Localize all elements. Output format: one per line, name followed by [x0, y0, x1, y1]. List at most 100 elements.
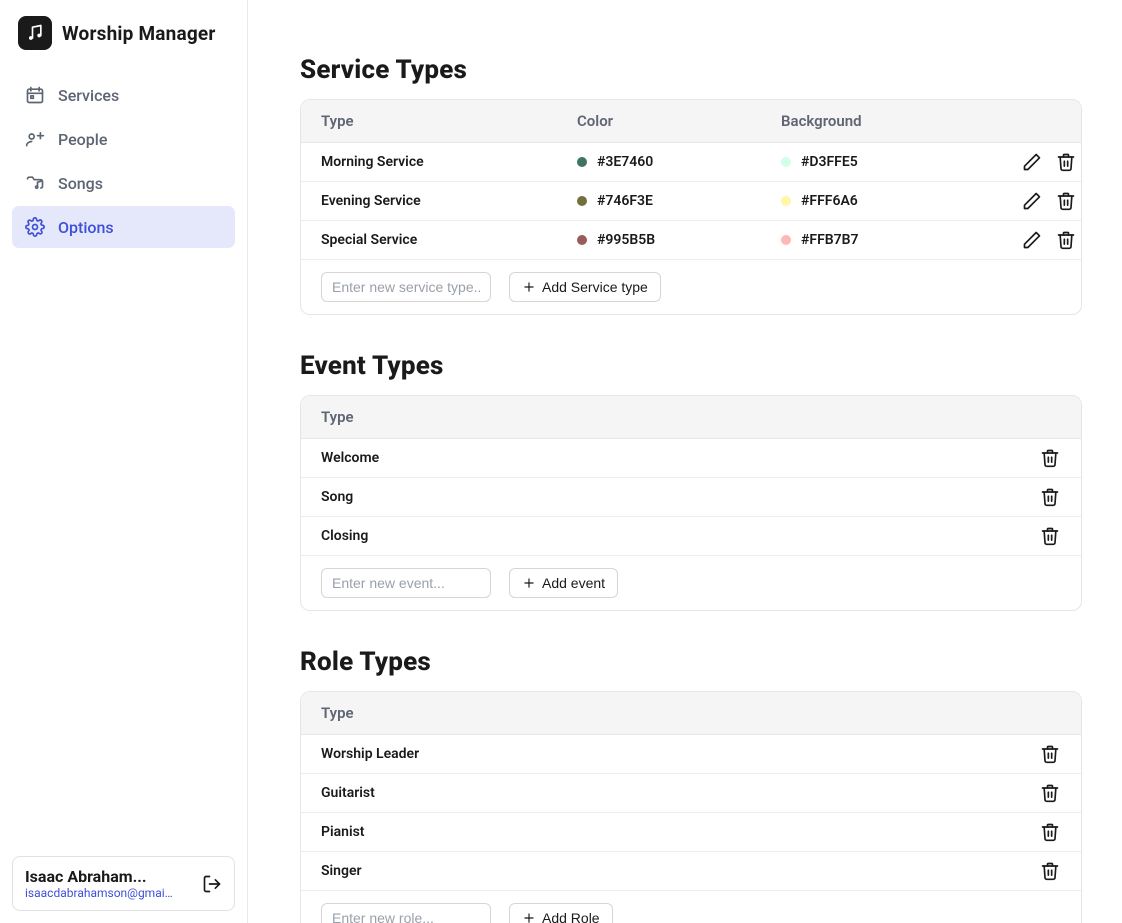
service-type-background: #D3FFE5 — [781, 154, 1021, 170]
add-service-type-button[interactable]: Add Service type — [509, 272, 661, 302]
logo — [18, 16, 52, 50]
service-type-row: Special Service #995B5B #FFB7B7 — [301, 221, 1081, 259]
delete-button[interactable] — [1039, 486, 1061, 508]
role-types-section: Role Types Type Worship LeaderGuitaristP… — [300, 647, 1082, 923]
nav-label: People — [58, 130, 107, 149]
new-role-input[interactable] — [321, 903, 491, 923]
color-swatch — [577, 196, 587, 206]
nav-item-options[interactable]: Options — [12, 206, 235, 248]
header-background: Background — [781, 112, 1021, 130]
delete-button[interactable] — [1039, 860, 1061, 882]
people-icon — [24, 128, 46, 150]
event-type-row: Song — [301, 478, 1081, 517]
row-actions — [1039, 447, 1061, 469]
edit-button[interactable] — [1021, 151, 1043, 173]
service-type-background: #FFB7B7 — [781, 232, 1021, 248]
nav-label: Services — [58, 86, 119, 105]
service-type-color: #3E7460 — [577, 154, 781, 170]
row-actions — [1039, 486, 1061, 508]
sidebar-header: Worship Manager — [12, 12, 235, 66]
event-type-row: Welcome — [301, 439, 1081, 478]
user-info: Isaac Abraham... isaacdabrahamson@gmail.… — [25, 867, 175, 900]
event-types-panel: Type Welcome Song Closing Add event — [300, 395, 1082, 611]
user-card: Isaac Abraham... isaacdabrahamson@gmail.… — [12, 856, 235, 911]
row-actions — [1039, 525, 1061, 547]
row-actions — [1039, 821, 1061, 843]
role-types-title: Role Types — [300, 647, 1082, 677]
color-swatch — [577, 235, 587, 245]
background-swatch — [781, 196, 791, 206]
role-type-row: Pianist — [301, 813, 1081, 852]
nav-item-songs[interactable]: Songs — [12, 162, 235, 204]
role-types-footer: Add Role — [301, 890, 1081, 923]
role-types-header: Type — [301, 692, 1081, 735]
delete-button[interactable] — [1055, 151, 1077, 173]
add-service-type-label: Add Service type — [542, 279, 648, 295]
nav: Services People Songs Options — [12, 66, 235, 256]
delete-button[interactable] — [1039, 782, 1061, 804]
nav-item-services[interactable]: Services — [12, 74, 235, 116]
add-role-button[interactable]: Add Role — [509, 903, 613, 923]
main: Service Types Type Color Background Morn… — [248, 0, 1122, 923]
service-type-name: Evening Service — [321, 193, 577, 209]
nav-item-people[interactable]: People — [12, 118, 235, 160]
delete-button[interactable] — [1039, 743, 1061, 765]
service-types-title: Service Types — [300, 55, 1082, 85]
background-swatch — [781, 235, 791, 245]
delete-button[interactable] — [1039, 525, 1061, 547]
new-event-input[interactable] — [321, 568, 491, 598]
color-swatch — [577, 157, 587, 167]
logout-button[interactable] — [202, 874, 222, 894]
service-types-footer: Add Service type — [301, 259, 1081, 314]
service-type-row: Evening Service#746F3E#FFF6A6 — [301, 182, 1081, 221]
service-type-name: Morning Service — [321, 154, 577, 170]
gear-icon — [24, 216, 46, 238]
header-type: Type — [321, 112, 577, 130]
role-type-name: Singer — [321, 863, 1039, 879]
plus-icon — [522, 576, 536, 590]
event-types-title: Event Types — [300, 351, 1082, 381]
add-role-label: Add Role — [542, 910, 600, 923]
row-actions — [1039, 782, 1061, 804]
edit-button[interactable] — [1021, 229, 1043, 251]
user-email: isaacdabrahamson@gmail.... — [25, 886, 175, 900]
role-type-name: Guitarist — [321, 785, 1039, 801]
delete-button[interactable] — [1039, 821, 1061, 843]
add-event-button[interactable]: Add event — [509, 568, 618, 598]
service-type-color: #995B5B — [577, 232, 781, 248]
service-types-section: Service Types Type Color Background Morn… — [300, 55, 1082, 315]
service-type-name: Special Service — [321, 232, 577, 248]
row-actions — [1021, 229, 1077, 251]
user-name: Isaac Abraham... — [25, 867, 175, 886]
delete-button[interactable] — [1055, 190, 1077, 212]
header-color: Color — [577, 112, 781, 130]
sidebar: Worship Manager Services People Songs — [0, 0, 248, 923]
edit-button[interactable] — [1021, 190, 1043, 212]
service-types-header: Type Color Background — [301, 100, 1081, 143]
event-type-name: Song — [321, 489, 1039, 505]
service-type-row: Morning Service #3E7460 #D3FFE5 — [301, 143, 1081, 182]
event-type-name: Closing — [321, 528, 1039, 544]
role-types-panel: Type Worship LeaderGuitaristPianistSinge… — [300, 691, 1082, 923]
music-note-icon — [25, 23, 45, 43]
delete-button[interactable] — [1055, 229, 1077, 251]
service-type-color: #746F3E — [577, 193, 781, 209]
event-types-header: Type — [301, 396, 1081, 439]
role-type-row: Singer — [301, 852, 1081, 890]
row-actions — [1039, 743, 1061, 765]
event-type-name: Welcome — [321, 450, 1039, 466]
nav-label: Songs — [58, 174, 103, 193]
new-service-type-input[interactable] — [321, 272, 491, 302]
calendar-icon — [24, 84, 46, 106]
background-value: #D3FFE5 — [801, 154, 858, 170]
service-types-panel: Type Color Background Morning Service #3E… — [300, 99, 1082, 315]
row-actions — [1021, 190, 1077, 212]
plus-icon — [522, 280, 536, 294]
color-value: #995B5B — [597, 232, 655, 248]
event-type-row: Closing — [301, 517, 1081, 555]
app-title: Worship Manager — [62, 22, 216, 45]
folder-music-icon — [24, 172, 46, 194]
color-value: #3E7460 — [597, 154, 653, 170]
add-event-label: Add event — [542, 575, 605, 591]
delete-button[interactable] — [1039, 447, 1061, 469]
